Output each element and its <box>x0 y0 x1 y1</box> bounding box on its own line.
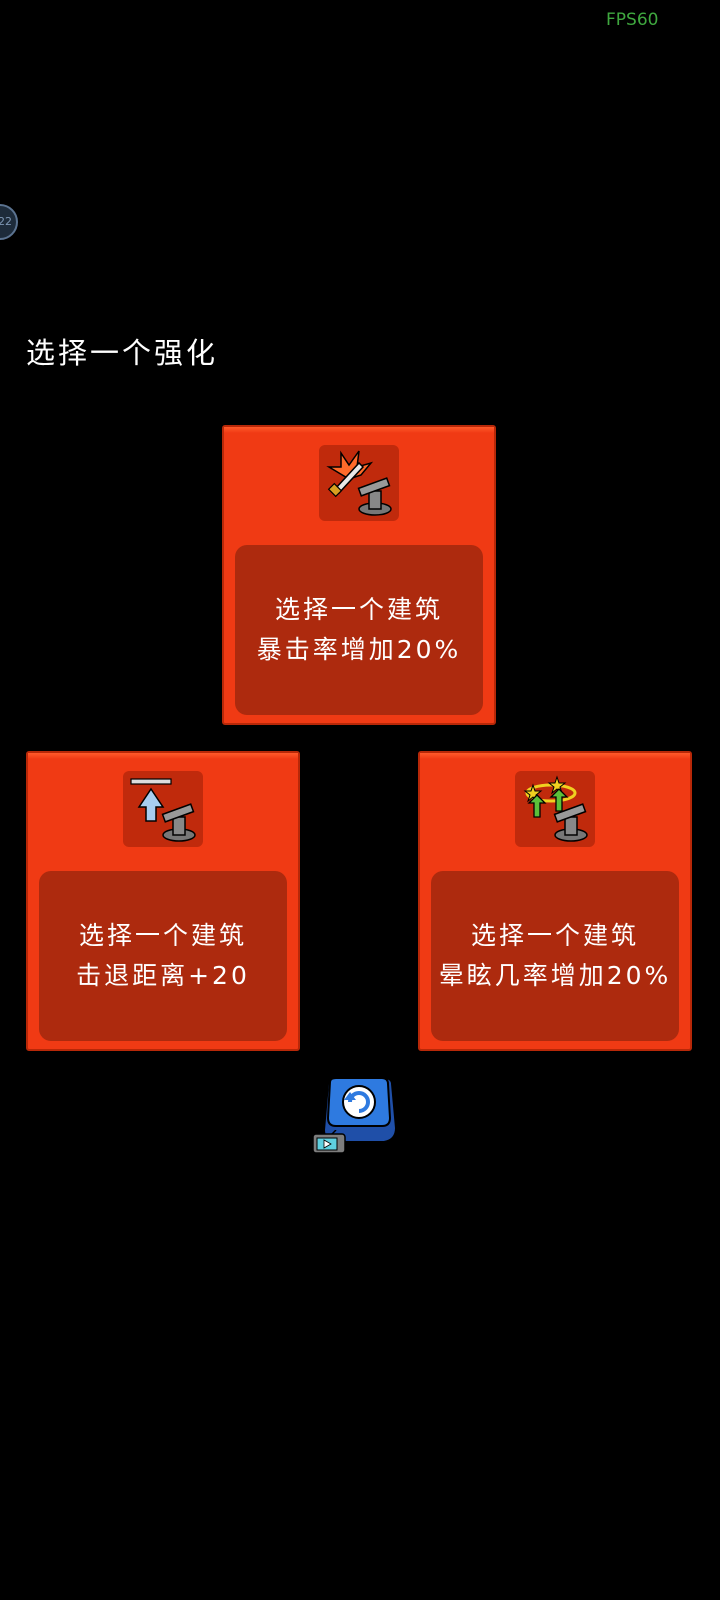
fps-counter: FPS60 <box>606 10 659 30</box>
card-line-2: 击退距离+20 <box>76 961 250 990</box>
crit-sword-turret-icon <box>319 445 399 521</box>
side-level-badge[interactable]: 22 <box>0 204 18 240</box>
choose-upgrade-title: 选择一个强化 <box>26 336 219 370</box>
card-line-1: 选择一个建筑 <box>470 921 639 950</box>
stun-stars-turret-icon <box>515 771 595 847</box>
card-line-2: 暴击率增加20% <box>256 635 462 664</box>
card-description: 选择一个建筑 晕眩几率增加20% <box>431 871 679 1041</box>
knockback-arrow-turret-icon <box>123 771 203 847</box>
side-badge-text: 22 <box>0 215 12 228</box>
card-line-1: 选择一个建筑 <box>274 595 443 624</box>
card-line-1: 选择一个建筑 <box>78 921 247 950</box>
upgrade-card-knockback[interactable]: 选择一个建筑 击退距离+20 <box>26 751 300 1051</box>
card-description: 选择一个建筑 暴击率增加20% <box>235 545 483 715</box>
upgrade-card-stun[interactable]: 选择一个建筑 晕眩几率增加20% <box>418 751 692 1051</box>
card-line-2: 晕眩几率增加20% <box>438 961 672 990</box>
upgrade-card-crit[interactable]: 选择一个建筑 暴击率增加20% <box>222 425 496 725</box>
video-ad-icon <box>312 1129 346 1154</box>
refresh-icon <box>342 1085 376 1119</box>
card-description: 选择一个建筑 击退距离+20 <box>39 871 287 1041</box>
